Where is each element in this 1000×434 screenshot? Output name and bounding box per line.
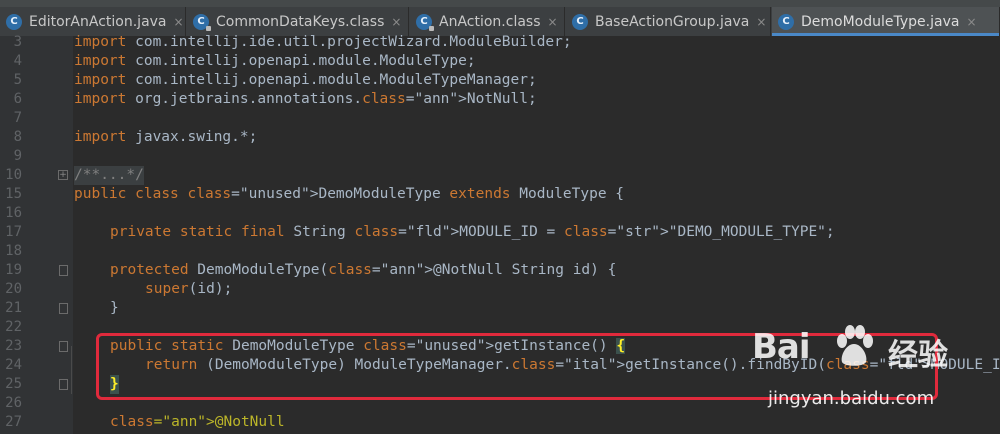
code-line: 16 <box>0 204 1000 223</box>
code-text: import com.intellij.openapi.module.Modul… <box>74 53 476 69</box>
tab-common-data-keys[interactable]: C CommonDataKeys.class × <box>187 7 409 36</box>
line-number: 22 <box>5 319 22 335</box>
line-number: 8 <box>13 129 22 145</box>
line-number: 24 <box>5 357 22 373</box>
code-text: class="ann">@NotNull <box>110 414 285 430</box>
line-number: 27 <box>5 414 22 430</box>
tab-editor-an-action[interactable]: C EditorAnAction.java × <box>0 7 186 36</box>
java-class-icon: C <box>193 13 211 31</box>
line-number: 16 <box>5 205 22 221</box>
line-number: 7 <box>13 110 22 126</box>
code-text: } <box>110 300 119 316</box>
code-line: 6 import org.jetbrains.annotations.class… <box>0 90 1000 109</box>
line-number: 5 <box>13 72 22 88</box>
editor-tab-bar: C EditorAnAction.java × C CommonDataKeys… <box>0 0 1000 36</box>
java-class-icon: C <box>778 13 794 30</box>
highlight-annotation-box <box>96 333 938 400</box>
code-text: import com.intellij.openapi.module.Modul… <box>74 72 537 88</box>
code-text: public class class="unused">DemoModuleTy… <box>74 186 625 202</box>
expand-fold-icon[interactable]: + <box>58 170 68 180</box>
tab-base-action-group[interactable]: C BaseActionGroup.java × <box>566 7 771 36</box>
java-class-icon: C <box>572 13 588 30</box>
close-icon[interactable]: × <box>966 15 976 29</box>
code-line: 17 private static final String class="fl… <box>0 223 1000 242</box>
line-number: 4 <box>13 53 22 69</box>
line-number: 23 <box>5 338 22 354</box>
tab-label: AnAction.class <box>439 13 541 30</box>
line-number: 9 <box>13 148 22 164</box>
tab-label: BaseActionGroup.java <box>595 13 750 30</box>
tab-label: EditorAnAction.java <box>29 13 167 30</box>
code-line: 8 import javax.swing.*; <box>0 128 1000 147</box>
java-class-icon: C <box>6 13 22 30</box>
line-number: 17 <box>5 224 22 240</box>
code-line: 15 public class class="unused">DemoModul… <box>0 185 1000 204</box>
java-class-icon: C <box>416 13 434 31</box>
line-number: 20 <box>5 281 22 297</box>
code-text: import com.intellij.ide.util.projectWiza… <box>74 34 572 50</box>
fold-marker-icon[interactable] <box>59 341 68 352</box>
line-number: 10 <box>5 167 22 183</box>
line-number: 26 <box>5 395 22 411</box>
line-number: 3 <box>13 34 22 50</box>
line-number: 21 <box>5 300 22 316</box>
fold-marker-icon[interactable] <box>59 379 68 390</box>
code-line: 5 import com.intellij.openapi.module.Mod… <box>0 71 1000 90</box>
code-line: 27 class="ann">@NotNull <box>0 413 1000 432</box>
code-line: 20 super(id); <box>0 280 1000 299</box>
line-number: 18 <box>5 243 22 259</box>
code-line: 19 protected DemoModuleType(class="ann">… <box>0 261 1000 280</box>
folded-javadoc[interactable]: /**...*/ <box>74 166 144 185</box>
code-text: protected DemoModuleType(class="ann">@No… <box>110 262 617 278</box>
close-icon[interactable]: × <box>391 15 401 29</box>
code-text: import org.jetbrains.annotations.class="… <box>74 91 537 107</box>
code-line: 9 <box>0 147 1000 166</box>
code-line: 18 <box>0 242 1000 261</box>
line-number: 15 <box>5 186 22 202</box>
code-text: import javax.swing.*; <box>74 129 258 145</box>
tab-demo-module-type[interactable]: C DemoModuleType.java × <box>772 7 1000 36</box>
tab-label: CommonDataKeys.class <box>216 13 385 30</box>
fold-marker-icon[interactable] <box>59 265 68 276</box>
code-line: 3 import com.intellij.ide.util.projectWi… <box>0 33 1000 52</box>
code-text: super(id); <box>145 281 233 297</box>
code-line: 10 + /**...*/ <box>0 166 1000 185</box>
close-icon[interactable]: × <box>174 15 184 29</box>
line-number: 25 <box>5 376 22 392</box>
code-text: private static final String class="fld">… <box>110 224 835 240</box>
line-number: 19 <box>5 262 22 278</box>
close-icon[interactable]: × <box>756 15 766 29</box>
code-line: 4 import com.intellij.openapi.module.Mod… <box>0 52 1000 71</box>
code-line: 21 } <box>0 299 1000 318</box>
tab-label: DemoModuleType.java <box>801 13 960 30</box>
navigation-breadcrumb-strip <box>0 0 1000 7</box>
fold-marker-icon[interactable] <box>59 303 68 314</box>
close-icon[interactable]: × <box>548 15 558 29</box>
line-number: 6 <box>13 91 22 107</box>
tab-an-action[interactable]: C AnAction.class × <box>410 7 565 36</box>
code-line: 7 <box>0 109 1000 128</box>
